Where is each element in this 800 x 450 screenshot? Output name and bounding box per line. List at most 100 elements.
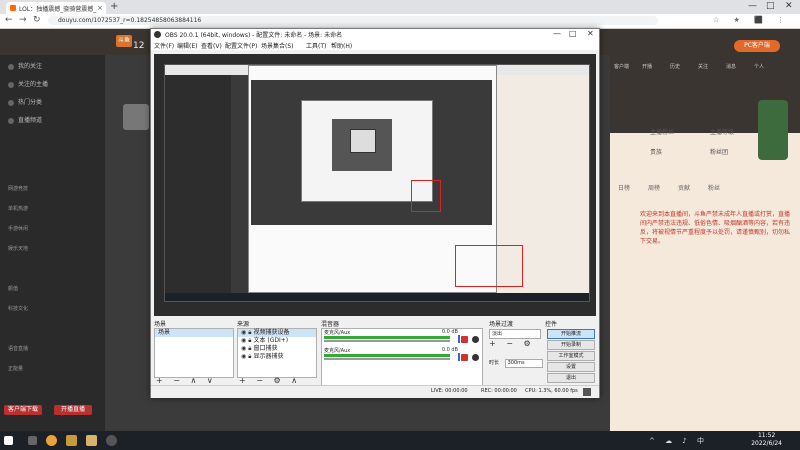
volume-handle[interactable] bbox=[458, 353, 460, 361]
rank-tab[interactable]: 周榜 bbox=[648, 183, 660, 192]
right-panel-row: 主播粉丝 bbox=[650, 129, 675, 136]
sidebar-category[interactable]: 科技文化 bbox=[8, 305, 28, 312]
transition-toolbar[interactable]: + − ⚙ bbox=[489, 339, 535, 348]
windows-start-icon[interactable] bbox=[4, 436, 13, 445]
eye-icon[interactable]: ◉ bbox=[241, 353, 246, 360]
sidebar-category[interactable]: 手游休闲 bbox=[8, 225, 28, 232]
source-item[interactable]: ◉ 🔒︎ 视频捕获设备 bbox=[238, 329, 316, 337]
lock-icon[interactable]: 🔒︎ bbox=[248, 353, 251, 360]
speaker-icon[interactable] bbox=[461, 354, 468, 361]
sidebar-category[interactable]: 网游竞技 bbox=[8, 185, 28, 192]
eye-icon[interactable]: ◉ bbox=[241, 345, 246, 352]
lock-icon[interactable]: 🔒︎ bbox=[248, 345, 251, 352]
menu-scene-collection[interactable]: 场景集合(S) bbox=[261, 41, 294, 50]
stream-stat: 12 bbox=[133, 41, 145, 51]
eye-icon[interactable]: ◉ bbox=[241, 329, 246, 336]
league-game-icon[interactable] bbox=[86, 435, 97, 446]
gear-icon[interactable] bbox=[472, 354, 479, 361]
browser-toolbar-icons[interactable]: ☆ ★ ⬛ ⋮ bbox=[713, 16, 790, 24]
sidebar-category[interactable]: 单机热游 bbox=[8, 205, 28, 212]
source-item[interactable]: ◉ 🔒︎ 窗口捕获 bbox=[238, 345, 316, 353]
obs-taskbar-icon[interactable] bbox=[106, 435, 117, 446]
sidebar-category[interactable]: 颜值 bbox=[8, 285, 18, 292]
lock-icon[interactable]: 🔒︎ bbox=[248, 329, 251, 336]
new-tab-button[interactable]: + bbox=[110, 1, 118, 12]
volume-slider[interactable] bbox=[324, 358, 450, 360]
obs-close-button[interactable]: ✕ bbox=[587, 29, 594, 38]
sidebar-category[interactable]: 正能量 bbox=[8, 365, 23, 372]
douyu-sidebar: 我的关注 关注的主播 热门分类 直播频道 网游竞技 单机热游 手游休闲 娱乐天地… bbox=[0, 55, 105, 431]
scene-item[interactable]: 场景 bbox=[155, 329, 233, 337]
sidebar-category[interactable]: 语音直播 bbox=[8, 345, 28, 352]
top-icon-label[interactable]: 历史 bbox=[670, 63, 680, 70]
exit-button[interactable]: 退出 bbox=[547, 373, 595, 383]
scenes-toolbar[interactable]: + − ∧ ∨ bbox=[156, 376, 217, 385]
sidebar-category[interactable]: 娱乐天地 bbox=[8, 245, 28, 252]
selection-box bbox=[411, 180, 441, 212]
top-icon-label[interactable]: 开播 bbox=[642, 63, 652, 70]
top-icon-label[interactable]: 个人 bbox=[754, 63, 764, 70]
tab-close-icon[interactable]: × bbox=[97, 4, 103, 12]
pc-client-button[interactable]: PC客户端 bbox=[734, 40, 780, 52]
browser-tab[interactable]: LOL：独播震撼_骁骑营震撼_斗鱼直播 × bbox=[6, 2, 106, 14]
obs-maximize-button[interactable]: □ bbox=[569, 29, 577, 38]
top-icon-label[interactable]: 关注 bbox=[698, 63, 708, 70]
menu-edit[interactable]: 编辑(E) bbox=[177, 41, 197, 50]
gear-icon[interactable] bbox=[472, 336, 479, 343]
obs-minimize-button[interactable]: — bbox=[553, 29, 561, 38]
obs-statusbar: LIVE: 00:00:00 REC: 00:00:00 CPU: 1.3%, … bbox=[151, 385, 599, 398]
taskbar-clock[interactable]: 11:52 2022/6/24 bbox=[751, 432, 782, 448]
source-item[interactable]: ◉ 🔒︎ 文本 (GDI+) bbox=[238, 337, 316, 345]
douyu-logo[interactable]: 斗鱼 bbox=[116, 35, 132, 47]
streamer-avatar[interactable] bbox=[123, 104, 149, 130]
reload-icon[interactable]: ↻ bbox=[33, 15, 41, 25]
league-client-icon[interactable] bbox=[66, 435, 77, 446]
rank-tab[interactable]: 贡献 bbox=[678, 183, 690, 192]
back-icon[interactable]: ← bbox=[5, 15, 13, 25]
rank-tab[interactable]: 日榜 bbox=[618, 183, 630, 192]
browser-minimize-button[interactable]: — bbox=[748, 1, 757, 11]
browser-close-button[interactable]: ✕ bbox=[785, 1, 793, 11]
menu-tools[interactable]: 工具(T) bbox=[306, 41, 326, 50]
sidebar-item[interactable]: 热门分类 bbox=[8, 97, 42, 106]
event-badge[interactable] bbox=[758, 100, 788, 160]
scenes-dock: 场景 场景 + − ∧ ∨ bbox=[154, 319, 234, 385]
eye-icon[interactable]: ◉ bbox=[241, 337, 246, 344]
file-explorer-icon[interactable] bbox=[28, 436, 37, 445]
client-download-button[interactable]: 客户端下载 bbox=[4, 405, 42, 415]
settings-button[interactable]: 设置 bbox=[547, 362, 595, 372]
source-item[interactable]: ◉ 🔒︎ 显示器捕获 bbox=[238, 353, 316, 361]
volume-meter bbox=[324, 336, 450, 339]
system-tray[interactable]: ^ ☁ ♪ 中 bbox=[649, 436, 708, 446]
url-field[interactable]: douyu.com/1072537_r=0.18254858063884116 bbox=[48, 16, 658, 25]
top-icon-label[interactable]: 消息 bbox=[726, 63, 736, 70]
start-recording-button[interactable]: 开始录制 bbox=[547, 340, 595, 350]
menu-profile[interactable]: 配置文件(P) bbox=[225, 41, 257, 50]
transition-select[interactable]: 淡出 bbox=[489, 329, 541, 339]
duration-input[interactable]: 300ms bbox=[504, 359, 543, 368]
sidebar-item-icon bbox=[8, 63, 14, 70]
top-icon-label[interactable]: 客户端 bbox=[614, 63, 629, 70]
sidebar-item[interactable]: 我的关注 bbox=[8, 61, 42, 70]
volume-slider[interactable] bbox=[324, 340, 450, 342]
rank-tab[interactable]: 粉丝 bbox=[708, 183, 720, 192]
start-broadcast-button[interactable]: 开播直播 bbox=[54, 405, 92, 415]
captured-sidebar bbox=[165, 75, 231, 293]
forward-icon[interactable]: → bbox=[19, 15, 27, 25]
sidebar-item[interactable]: 直播频道 bbox=[8, 115, 42, 124]
menu-view[interactable]: 查看(V) bbox=[201, 41, 222, 50]
mixer-channel-db: 0.0 dB bbox=[441, 347, 458, 353]
studio-mode-button[interactable]: 工作室模式 bbox=[547, 351, 595, 361]
menu-help[interactable]: 帮助(H) bbox=[331, 41, 352, 50]
obs-preview[interactable] bbox=[154, 54, 596, 316]
browser-maximize-button[interactable]: □ bbox=[766, 1, 775, 11]
sidebar-item-icon bbox=[8, 117, 14, 124]
volume-handle[interactable] bbox=[458, 335, 460, 343]
douyu-favicon-icon bbox=[10, 5, 16, 11]
menu-file[interactable]: 文件(F) bbox=[154, 41, 174, 50]
speaker-icon[interactable] bbox=[461, 336, 468, 343]
sidebar-item[interactable]: 关注的主播 bbox=[8, 79, 48, 88]
chrome-icon[interactable] bbox=[46, 435, 57, 446]
start-streaming-button[interactable]: 开始推流 bbox=[547, 329, 595, 339]
lock-icon[interactable]: 🔒︎ bbox=[248, 337, 251, 344]
